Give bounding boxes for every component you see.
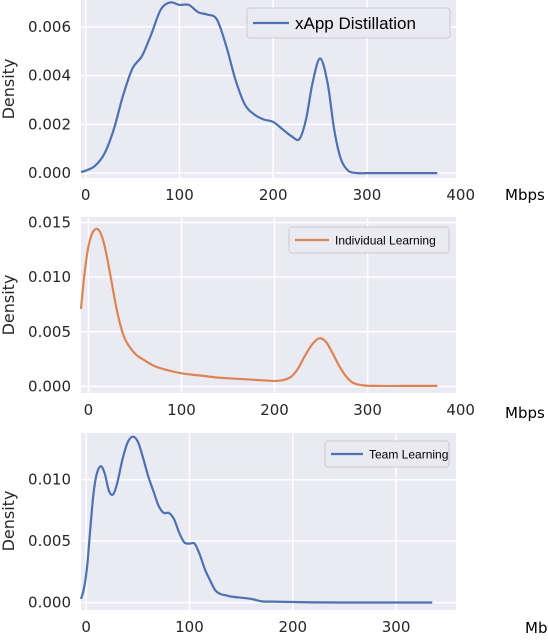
legend-label: Individual Learning [335,233,436,247]
x-tick-label: 300 [353,186,382,204]
x-tick-label: 100 [175,618,204,636]
legend-label: Team Learning [369,447,448,461]
x-tick-label: 100 [165,186,194,204]
x-tick-label: 200 [278,618,307,636]
y-tick-label: 0.002 [28,115,71,133]
y-axis-label: Density [0,491,18,552]
y-tick-label: 0.010 [28,471,71,489]
y-tick-label: 0.015 [28,213,71,231]
x-axis-unit-label: Mbps [525,619,548,637]
y-tick-label: 0.005 [28,532,71,550]
x-tick-label: 0 [81,186,91,204]
x-tick-label: 200 [259,186,288,204]
y-tick-label: 0.010 [28,268,71,286]
y-tick-label: 0.000 [28,594,71,612]
y-tick-label: 0.000 [28,377,71,395]
y-axis-label: Density [0,59,18,120]
x-tick-label: 200 [260,401,289,419]
y-axis-label: Density [0,275,18,336]
x-tick-label: 0 [84,401,94,419]
x-tick-label: 100 [167,401,196,419]
x-axis-unit-label: Mbps [505,404,545,422]
legend-label: xApp Distillation [295,14,416,33]
x-tick-label: 400 [446,401,475,419]
y-tick-label: 0.006 [28,18,71,36]
y-tick-label: 0.000 [28,164,71,182]
x-axis-unit-label: Mbps [505,186,545,204]
x-tick-label: 0 [81,618,91,636]
x-tick-label: 300 [353,401,382,419]
x-tick-label: 400 [446,186,475,204]
y-tick-label: 0.005 [28,323,71,341]
kde-density-figure: 0 100 200 300 400 0.000 0.002 0.004 0.006 Density… [0,0,548,637]
x-tick-label: 300 [382,618,411,636]
y-tick-label: 0.004 [28,67,71,85]
